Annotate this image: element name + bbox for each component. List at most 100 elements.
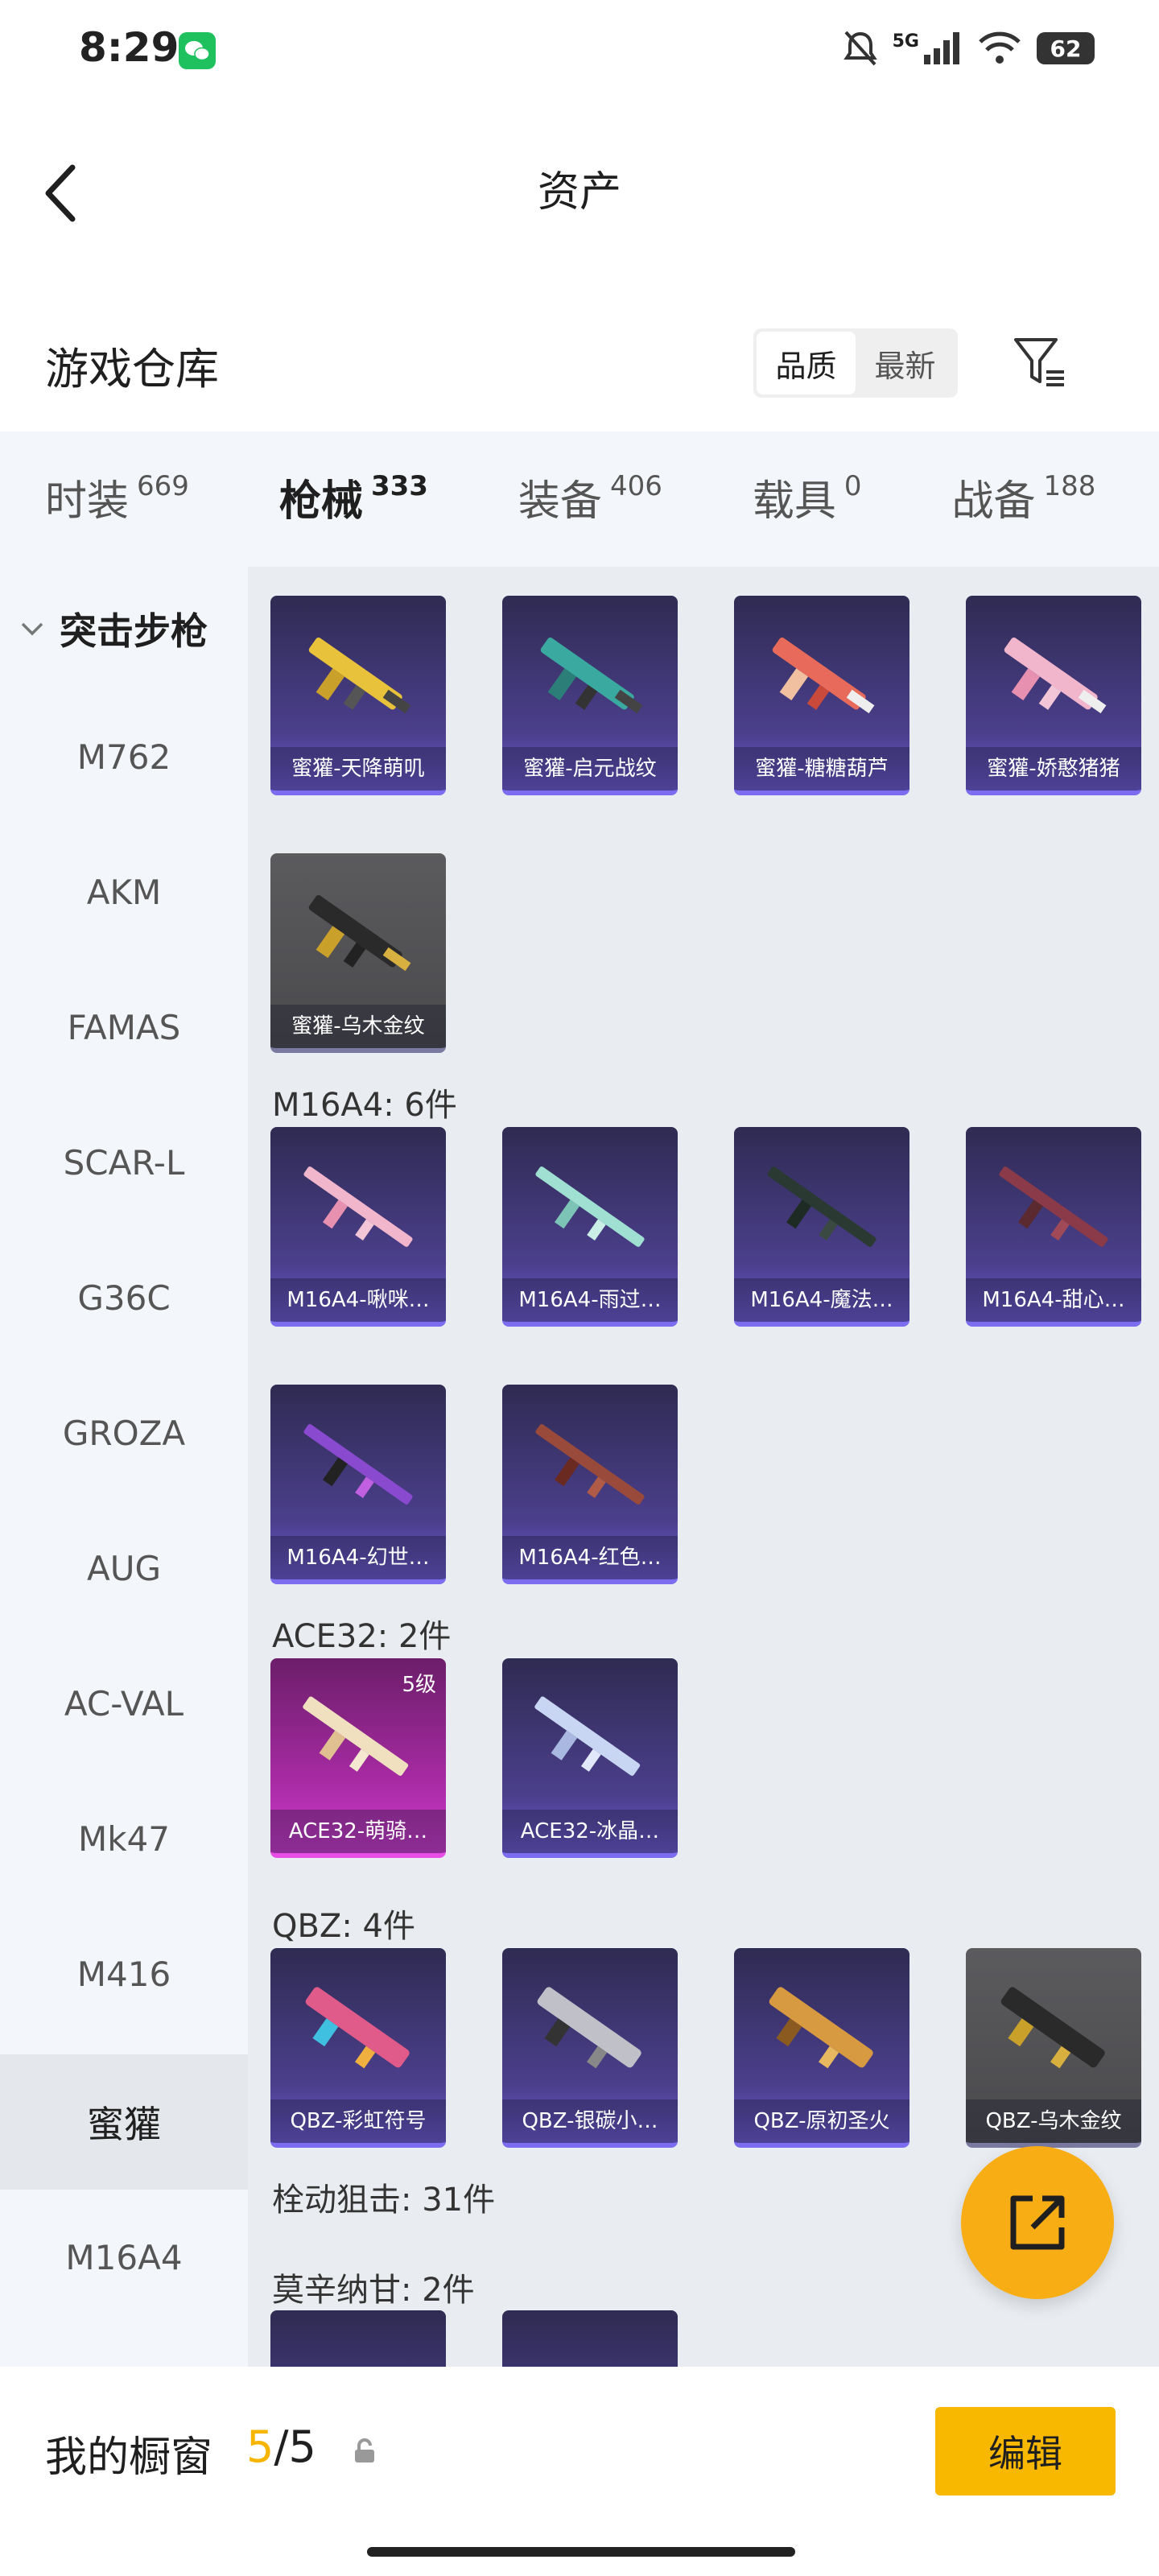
sidebar-item-m416[interactable]: M416 [0, 1906, 248, 2041]
chevron-down-icon [21, 622, 43, 636]
rifle-icon [999, 1166, 1108, 1247]
skin-name: QBZ-银碳小… [502, 2099, 678, 2143]
skin-name: 蜜獾-糖糖葫芦 [734, 747, 909, 791]
category-tabs: 时装 669 枪械 333 装备 406 载具 0 战备 188 [0, 431, 1159, 578]
section-title-ace32: ACE32: 2件 [272, 1618, 452, 1655]
skin-name: QBZ-彩虹符号 [270, 2099, 446, 2143]
rifle-icon [769, 1987, 873, 2069]
lock-icon [355, 2438, 374, 2462]
sidebar-item-m762[interactable]: M762 [0, 689, 248, 824]
skin-name: ACE32-萌骑… [270, 1810, 446, 1853]
skin-name: M16A4-红色… [502, 1536, 678, 1579]
rifle-icon [534, 1696, 641, 1776]
skin-card[interactable]: 蜜獾-乌木金纹 [270, 853, 446, 1053]
sidebar-item-famas[interactable]: FAMAS [0, 960, 248, 1095]
sidebar-item-akm[interactable]: AKM [0, 824, 248, 960]
tab-label: 装备 [518, 477, 602, 526]
title-bar: 资产 [0, 97, 1159, 282]
showcase-count-total: /5 [274, 2421, 316, 2472]
skin-card[interactable] [502, 2310, 678, 2367]
home-indicator [367, 2547, 795, 2557]
sort-quality-button[interactable]: 品质 [757, 332, 856, 394]
wifi-icon [979, 31, 1021, 64]
skin-card[interactable]: 5级 ACE32-萌骑… [270, 1658, 446, 1858]
sidebar-group-assault-rifles[interactable]: 突击步枪 [18, 602, 208, 655]
warehouse-header: 游戏仓库 品质 最新 [0, 306, 1159, 419]
tab-supplies[interactable]: 战备 188 [952, 467, 1096, 531]
skin-card[interactable]: 蜜獾-娇憨猪猪 [966, 596, 1141, 795]
section-title-bolt-action: 栓动狙击: 31件 [272, 2182, 496, 2219]
tab-label: 载具 [752, 477, 836, 526]
rifle-icon [540, 637, 643, 714]
filter-button[interactable] [1011, 333, 1069, 391]
rifle-icon [303, 1696, 409, 1776]
section-title-m16a4: M16A4: 6件 [272, 1087, 457, 1124]
share-icon [1010, 2195, 1065, 2250]
section-title-mosin: 莫辛纳甘: 2件 [272, 2272, 475, 2309]
sort-latest-button[interactable]: 最新 [856, 332, 955, 394]
sidebar-item-g36c[interactable]: G36C [0, 1230, 248, 1365]
skin-card[interactable]: M16A4-红色… [502, 1385, 678, 1584]
rifle-icon [535, 1166, 645, 1247]
skin-name: 蜜獾-启元战纹 [502, 747, 678, 791]
rifle-icon [537, 1987, 641, 2069]
status-time: 8:29 [79, 24, 179, 71]
sidebar-item-aug[interactable]: AUG [0, 1501, 248, 1636]
skin-card[interactable]: M16A4-啾咪… [270, 1127, 446, 1327]
warehouse-title: 游戏仓库 [45, 344, 219, 394]
tab-count: 0 [843, 470, 862, 502]
skin-card[interactable]: M16A4-魔法… [734, 1127, 909, 1327]
skin-card[interactable]: M16A4-甜心… [966, 1127, 1141, 1327]
rifle-icon [305, 1987, 410, 2069]
tab-firearms[interactable]: 枪械 333 [278, 467, 428, 578]
skin-name: M16A4-幻世… [270, 1536, 446, 1579]
skin-card[interactable]: 蜜獾-天降萌叽 [270, 596, 446, 795]
skin-card[interactable]: QBZ-原初圣火 [734, 1948, 909, 2148]
rifle-icon [535, 1424, 645, 1505]
sidebar-item-groza[interactable]: GROZA [0, 1365, 248, 1501]
tab-fashion[interactable]: 时装 669 [45, 467, 189, 531]
showcase-count-current: 5 [246, 2421, 274, 2472]
skin-card[interactable]: QBZ-银碳小… [502, 1948, 678, 2148]
network-type: 5G [892, 31, 919, 52]
skin-card[interactable]: ACE32-冰晶… [502, 1658, 678, 1858]
tab-label: 时装 [45, 477, 130, 526]
tab-count: 188 [1043, 470, 1096, 502]
tab-equipment[interactable]: 装备 406 [518, 467, 662, 531]
battery-icon: 62 [1037, 32, 1095, 64]
skin-card[interactable]: 蜜獾-糖糖葫芦 [734, 596, 909, 795]
rifle-icon [308, 637, 411, 714]
skin-grid: 蜜獾-天降萌叽 蜜獾-启元战纹 蜜獾-糖糖葫芦 蜜獾-娇憨猪猪 蜜獾-乌木金纹 … [248, 567, 1159, 2367]
status-bar: 8:29 5G 62 [0, 0, 1159, 97]
skin-card[interactable]: M16A4-雨过… [502, 1127, 678, 1327]
signal-icon [924, 32, 959, 64]
sidebar-item-ac-val[interactable]: AC-VAL [0, 1636, 248, 1771]
skin-card[interactable]: QBZ-乌木金纹 [966, 1948, 1141, 2148]
rifle-icon [303, 1424, 413, 1505]
section-title-qbz: QBZ: 4件 [272, 1908, 415, 1945]
sidebar-item-mk47[interactable]: Mk47 [0, 1771, 248, 1906]
skin-name: ACE32-冰晶… [502, 1810, 678, 1853]
rifle-icon [303, 1166, 413, 1247]
sidebar-item-scar-l[interactable]: SCAR-L [0, 1095, 248, 1230]
rifle-icon [767, 1166, 876, 1247]
share-fab[interactable] [961, 2146, 1114, 2299]
sidebar-item-honeybadger[interactable]: 蜜獾 [0, 2054, 248, 2190]
showcase-count: 5/5 [246, 2421, 316, 2472]
tab-label: 战备 [951, 477, 1036, 526]
sidebar-item-m16a4[interactable]: M16A4 [0, 2190, 248, 2325]
page-title: 资产 [537, 168, 621, 217]
tab-label: 枪械 [278, 477, 363, 526]
edit-button[interactable]: 编辑 [935, 2407, 1116, 2496]
skin-card[interactable]: 蜜獾-启元战纹 [502, 596, 678, 795]
rifle-icon [1004, 637, 1107, 714]
skin-card[interactable]: M16A4-幻世… [270, 1385, 446, 1584]
sort-toggle: 品质 最新 [753, 328, 958, 398]
skin-name: M16A4-魔法… [734, 1278, 909, 1322]
rifle-icon [1000, 1987, 1105, 2069]
weapon-sidebar: 突击步枪 M762 AKM FAMAS SCAR-L G36C GROZA AU… [0, 567, 248, 2367]
skin-card[interactable]: QBZ-彩虹符号 [270, 1948, 446, 2148]
skin-card[interactable] [270, 2310, 446, 2367]
rifle-icon [308, 894, 411, 972]
tab-vehicles[interactable]: 载具 0 [753, 467, 862, 531]
